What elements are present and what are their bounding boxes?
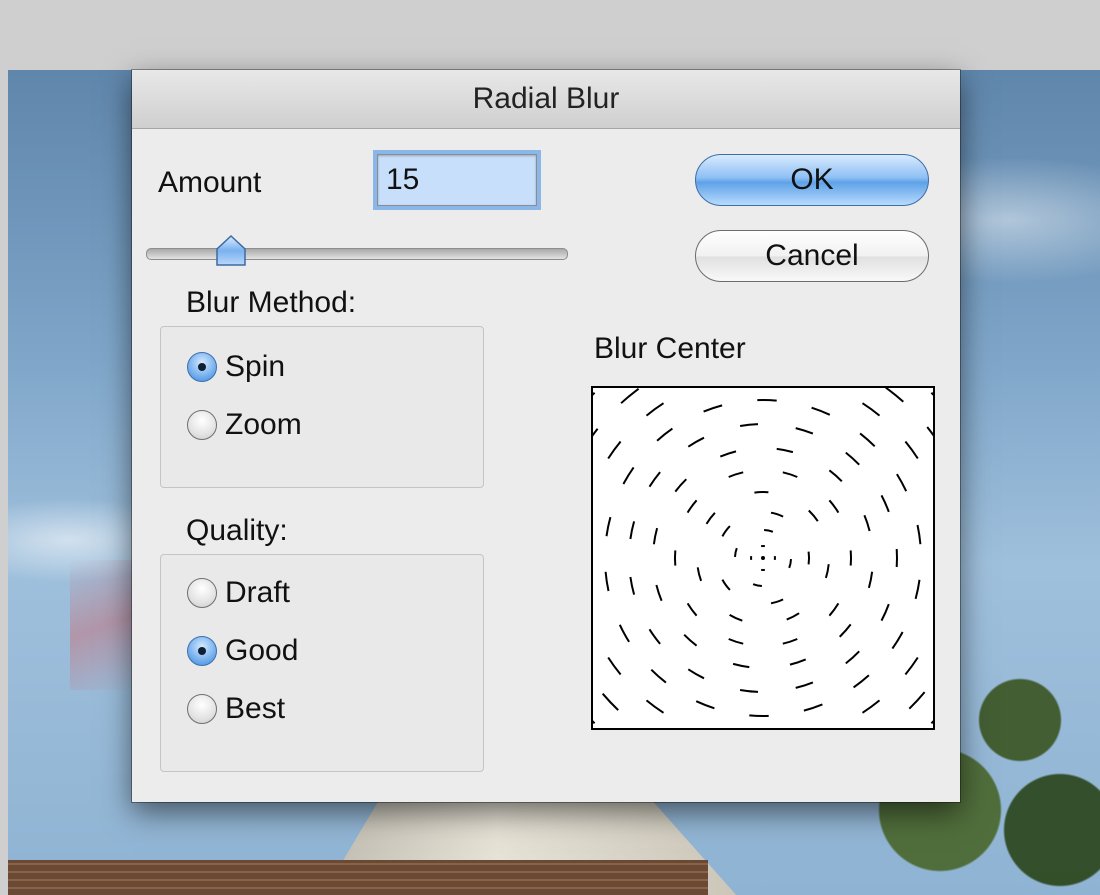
radio-option-draft[interactable]: Draft: [187, 573, 290, 613]
window-left-edge: [0, 0, 8, 895]
cancel-button[interactable]: Cancel: [695, 230, 929, 282]
radio-button[interactable]: [187, 410, 217, 440]
background-photo-bricks: [8, 860, 708, 895]
quality-group: Draft Good Best: [160, 554, 484, 772]
radio-option-best[interactable]: Best: [187, 689, 285, 729]
amount-slider[interactable]: [146, 248, 568, 260]
radio-button[interactable]: [187, 636, 217, 666]
background-photo-streak: [70, 560, 140, 690]
dialog-title: Radial Blur: [472, 82, 620, 115]
radio-option-spin[interactable]: Spin: [187, 347, 285, 387]
blur-center-pattern: [525, 321, 1001, 795]
blur-center-label: Blur Center: [594, 332, 746, 365]
radio-label: Best: [225, 692, 286, 725]
radio-button[interactable]: [187, 694, 217, 724]
radio-label: Zoom: [225, 408, 302, 441]
radio-label: Draft: [225, 576, 291, 609]
radio-button[interactable]: [187, 352, 217, 382]
amount-input[interactable]: [377, 154, 537, 206]
amount-slider-thumb[interactable]: [214, 234, 248, 268]
blur-center-preview[interactable]: [525, 321, 1001, 795]
radio-button[interactable]: [187, 578, 217, 608]
blur-method-group: Spin Zoom: [160, 326, 484, 488]
ok-button[interactable]: OK: [695, 154, 929, 206]
radio-label: Spin: [225, 350, 286, 383]
radio-option-zoom[interactable]: Zoom: [187, 405, 302, 445]
blur-method-heading: Blur Method:: [186, 286, 357, 319]
radio-option-good[interactable]: Good: [187, 631, 298, 671]
dialog-titlebar: Radial Blur: [132, 70, 960, 129]
radio-label: Good: [225, 634, 299, 667]
amount-label: Amount: [158, 166, 262, 199]
window-toolbar-strip: [0, 0, 1100, 71]
quality-heading: Quality:: [186, 514, 288, 547]
radial-blur-dialog: Radial Blur Amount OK Cancel Blur Method…: [132, 70, 1001, 802]
